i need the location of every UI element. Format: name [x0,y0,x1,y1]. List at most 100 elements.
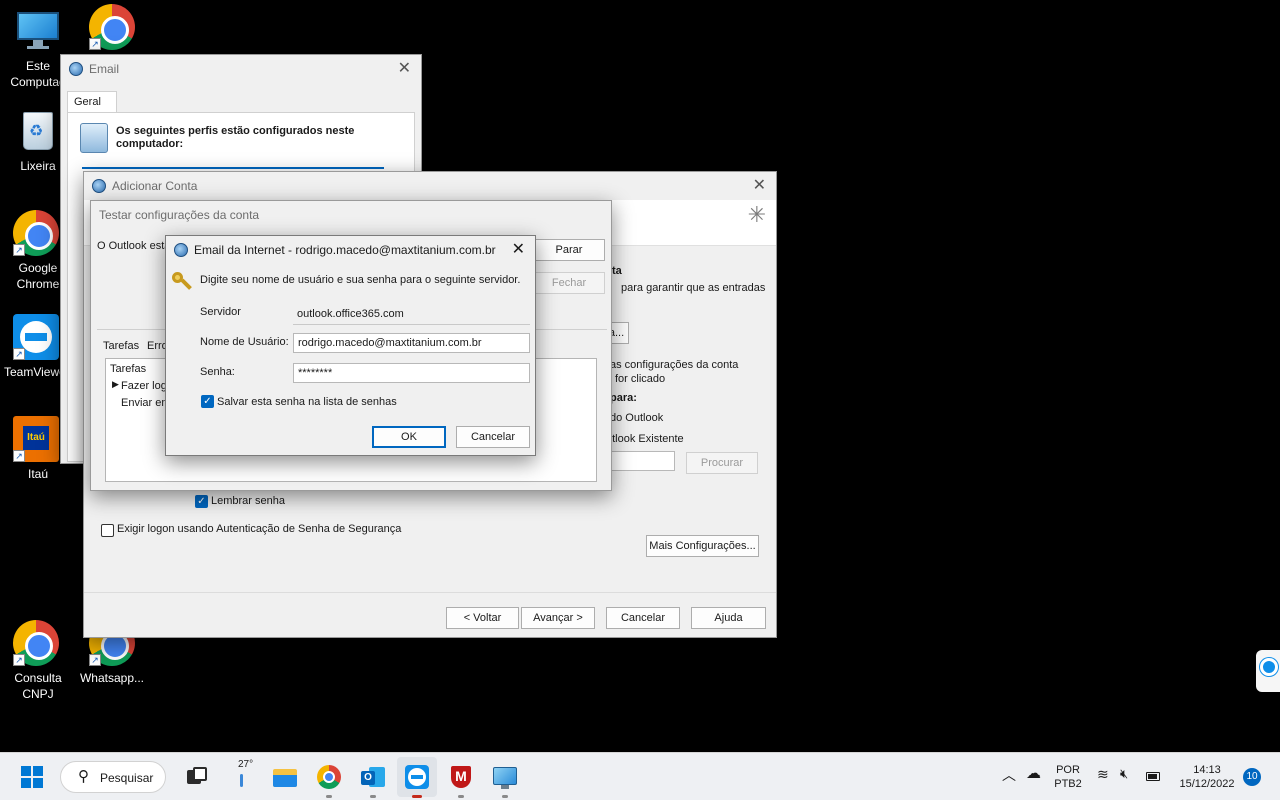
teamviewer-icon[interactable] [405,765,429,789]
desktop-icon-chrome-top[interactable]: ↗ [74,4,150,54]
volume-muted-icon[interactable]: 🔇︎ [1120,767,1128,781]
teamviewer-running-indicator [412,795,422,798]
tab-label: Geral [74,96,101,108]
right-line-2: as configurações da conta [610,359,739,371]
require-spa-checkbox[interactable] [101,524,114,537]
back-button[interactable]: < Voltar [446,607,519,629]
stop-button[interactable]: Parar [533,239,605,261]
task-view-icon[interactable] [185,765,209,789]
desktop-icon-label: TeamViewer [4,365,64,379]
taskbar: ⚲ Pesquisar 27° O M ︿ ☁ POR PTB2 ≋ 🔇︎ 14… [0,752,1280,800]
clock-time: 14:13 [1193,764,1221,776]
battery-icon[interactable] [1146,772,1160,781]
file-explorer-icon[interactable] [273,765,297,789]
notification-badge[interactable]: 10 [1243,768,1261,786]
remember-password-checkbox[interactable]: ✓ [195,495,208,508]
search-label: Pesquisar [100,771,154,785]
existing-file-field[interactable] [610,451,675,471]
login-dialog-titlebar: Email da Internet - rodrigo.macedo@maxti… [166,236,535,264]
username-label: Nome de Usuário: [200,336,289,348]
password-input[interactable]: ******** [293,363,530,383]
control-panel-running-indicator [502,795,508,798]
desktop-icon-label: Itaú [27,467,48,481]
cancel-button[interactable]: Cancelar [606,607,680,629]
shortcut-arrow-icon: ↗ [13,654,25,666]
tab-tasks[interactable]: Tarefas [103,340,139,352]
desktop-icon-label: Consulta CNPJ [14,671,62,701]
footer-divider [84,592,776,593]
mail-globe-icon [69,62,83,76]
search-box[interactable]: ⚲ Pesquisar [60,761,166,793]
outlook-icon[interactable]: O [361,765,385,789]
internet-email-login-dialog: Email da Internet - rodrigo.macedo@maxti… [165,235,536,456]
save-password-label: Salvar esta senha na lista de senhas [217,396,397,408]
start-windows-icon[interactable] [21,766,43,788]
task-expand-icon[interactable]: ▶ [112,379,119,390]
next-button[interactable]: Avançar > [521,607,595,629]
desktop-icon-label: Whatsapp... [79,671,145,685]
wifi-icon[interactable]: ≋ [1097,767,1109,781]
chrome-icon[interactable] [317,765,341,789]
shortcut-arrow-icon: ↗ [13,244,25,256]
clock[interactable]: 14:13 15/12/2022 [1172,763,1242,791]
recycle-bin-icon: ♻ [15,108,61,154]
outlook-running-indicator [370,795,376,798]
test-status-text: O Outlook está [97,240,171,252]
language-code: POR [1056,764,1080,776]
test-settings-titlebar: Testar configurações da conta [91,201,611,229]
more-settings-button[interactable]: Mais Configurações... [646,535,759,557]
cursor-sparkle-icon: ✳ [747,202,766,227]
username-input[interactable]: rodrigo.macedo@maxtitanium.com.br [293,333,530,353]
keyboard-layout: PTB2 [1054,778,1082,790]
right-heading-2: para: [610,392,637,404]
close-icon[interactable]: ✕ [753,178,766,194]
close-icon[interactable]: ✕ [512,242,525,258]
control-panel-icon[interactable] [493,765,517,789]
cancel-button[interactable]: Cancelar [456,426,530,448]
chrome-icon: ↗ [13,210,59,256]
shortcut-arrow-icon: ↗ [89,38,101,50]
shortcut-arrow-icon: ↗ [13,348,25,360]
mail-globe-icon [92,179,106,193]
save-password-checkbox[interactable]: ✓ [201,395,214,408]
weather-temp: 27° [238,759,254,770]
teamviewer-icon [1260,658,1278,676]
shortcut-arrow-icon: ↗ [89,654,101,666]
key-icon [172,272,192,292]
help-button[interactable]: Ajuda [691,607,766,629]
profile-icon [80,123,108,153]
show-hidden-icons-chevron[interactable]: ︿ [1002,768,1016,782]
browse-button[interactable]: Procurar [686,452,758,474]
right-option-1[interactable]: do Outlook [610,412,663,424]
weather-icon[interactable]: 27° [235,759,259,787]
onedrive-cloud-icon[interactable]: ☁ [1026,766,1041,781]
profiles-description: Os seguintes perfis estão configurados n… [116,125,376,151]
chrome-icon: ↗ [13,620,59,666]
monitor-icon [15,8,61,54]
require-spa-label: Exigir logon usando Autenticação de Senh… [117,523,402,535]
login-dialog-title: Email da Internet - rodrigo.macedo@maxti… [194,243,496,257]
ok-button[interactable]: OK [372,426,446,448]
task-row-2: Enviar em [121,397,171,409]
teamviewer-side-tab[interactable] [1256,650,1280,692]
right-option-2[interactable]: utlook Existente [606,433,684,445]
teamviewer-icon: ↗ [13,314,59,360]
right-heading: ta [612,265,622,277]
email-window-title: Email [89,62,120,76]
close-icon[interactable]: ✕ [398,61,411,77]
tasks-column-header: Tarefas [110,363,147,375]
email-window-titlebar: Email ✕ [61,55,421,83]
server-value: outlook.office365.com [297,308,404,320]
mail-globe-icon [174,243,188,257]
notification-count: 10 [1246,771,1258,782]
itau-logo-icon: Itaú ↗ [13,416,59,462]
tab-geral[interactable]: Geral [67,91,117,113]
mcafee-running-indicator [458,795,464,798]
desktop-icon-label: Google Chrome [16,261,60,291]
login-prompt: Digite seu nome de usuário e sua senha p… [200,274,521,286]
desktop-icon-consulta-cnpj[interactable]: ↗ Consulta CNPJ [0,620,76,702]
input-language[interactable]: POR PTB2 [1050,763,1086,791]
mcafee-shield-icon[interactable]: M [449,765,473,789]
close-button[interactable]: Fechar [533,272,605,294]
shortcut-arrow-icon: ↗ [13,450,25,462]
